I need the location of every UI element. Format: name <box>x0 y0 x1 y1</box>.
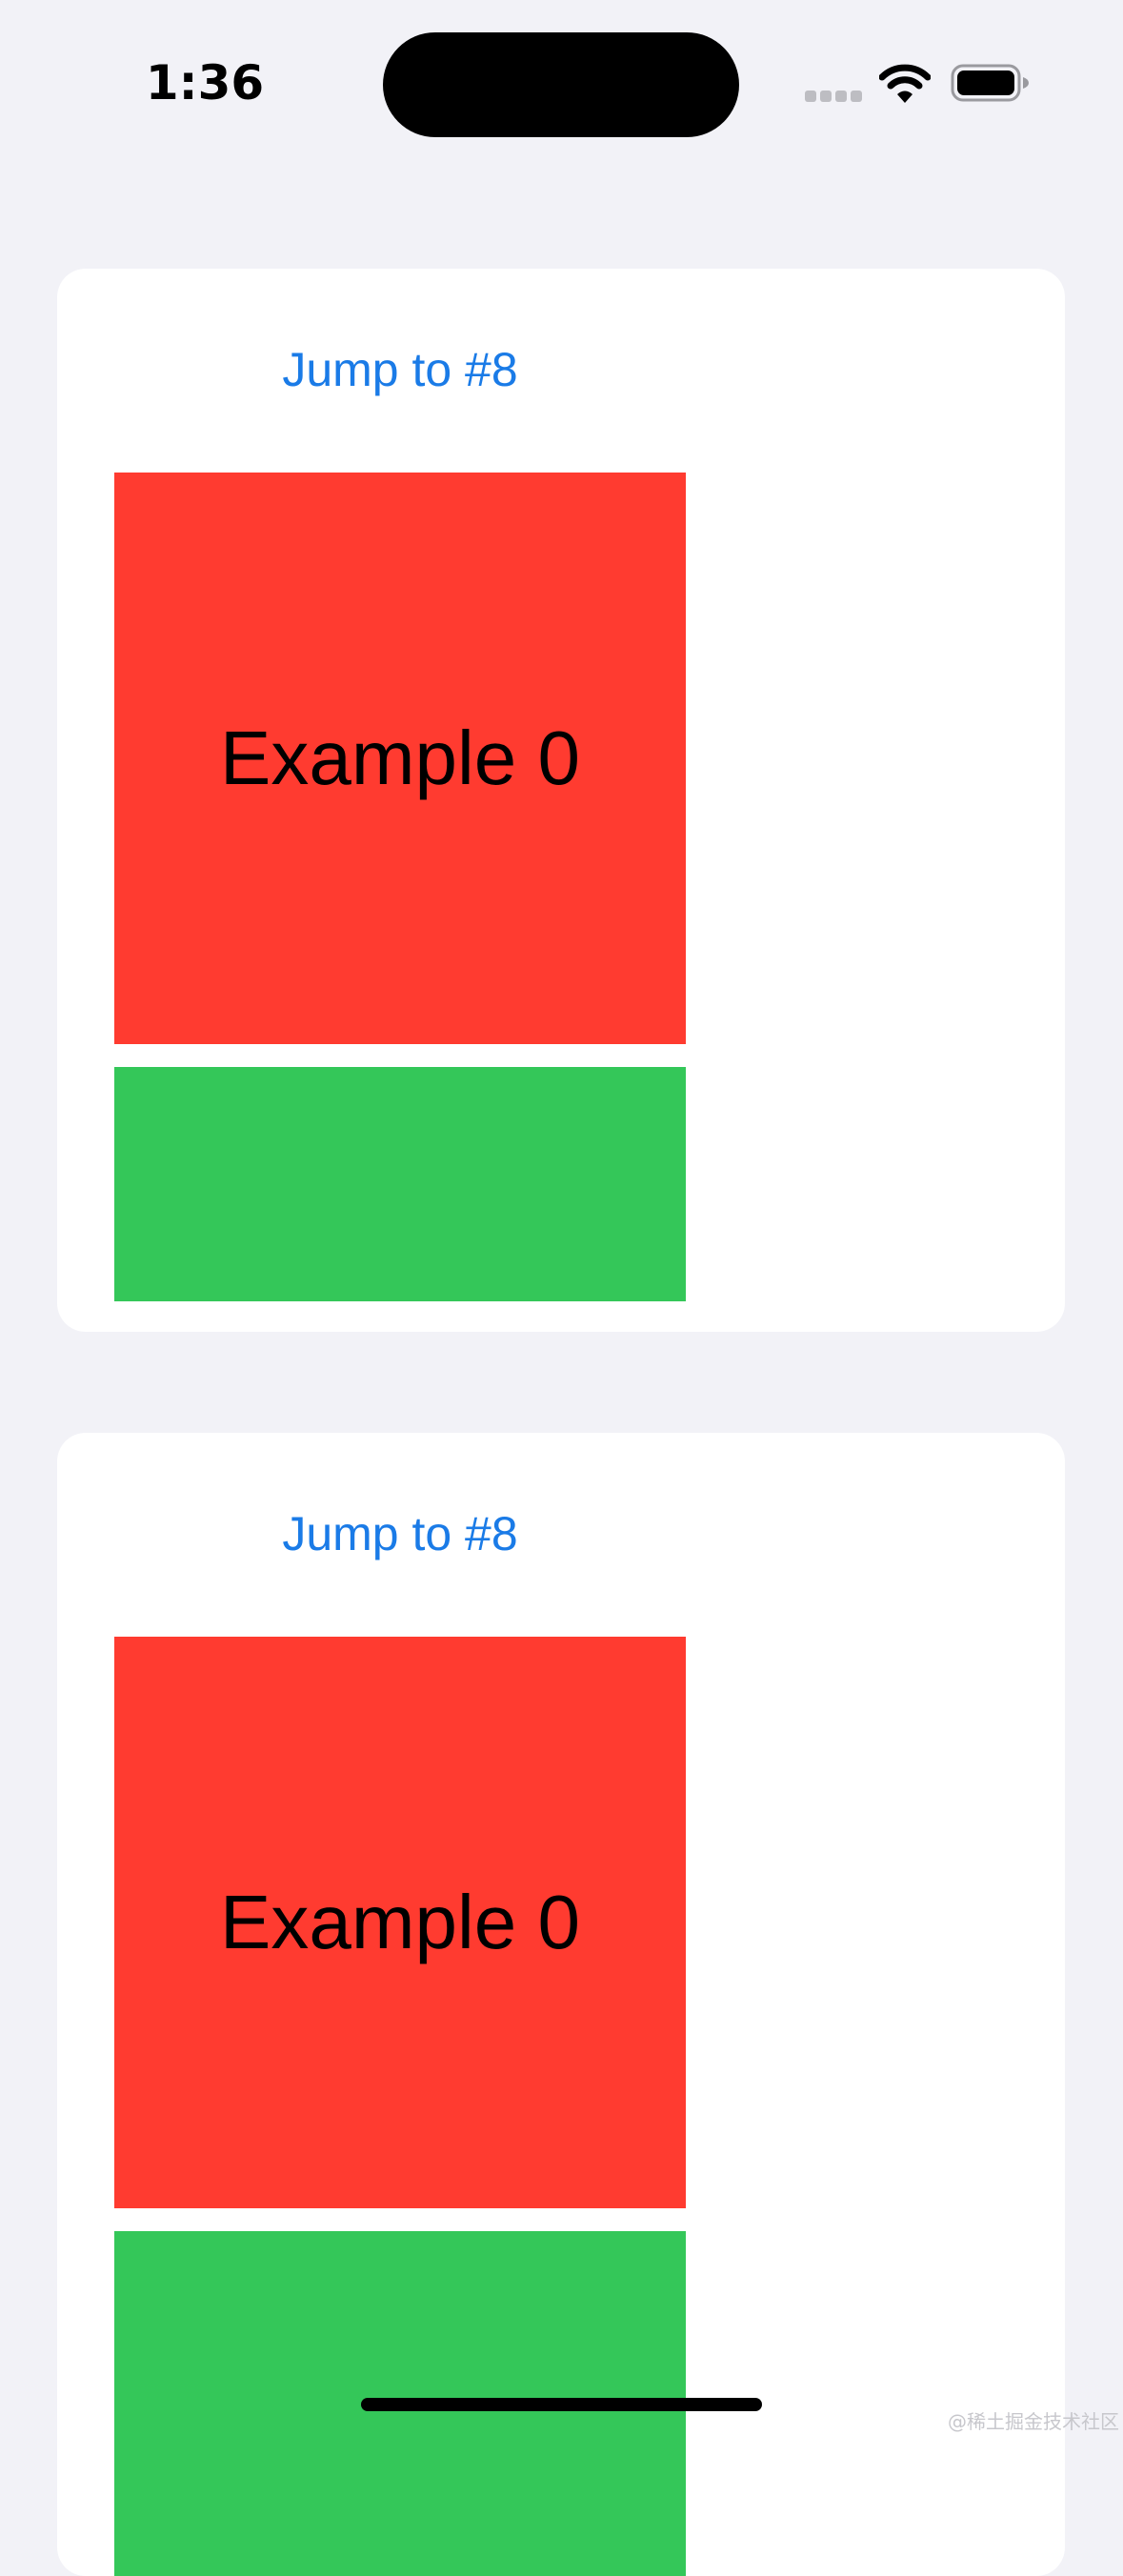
jump-to-8-button[interactable]: Jump to #8 <box>114 1503 686 1564</box>
wifi-icon <box>879 64 931 103</box>
card-1: Jump to #8 Example 0 <box>57 269 1065 1332</box>
cellular-signal-icon <box>805 91 862 102</box>
example-label: Example 0 <box>220 1880 580 1964</box>
example-red-box: Example 0 <box>114 1637 686 2208</box>
example-label: Example 0 <box>220 715 580 800</box>
battery-icon <box>951 64 1029 102</box>
watermark: @稀土掘金技术社区 <box>948 2410 1119 2433</box>
status-bar: 1:36 <box>0 0 1123 143</box>
example-green-box <box>114 1067 686 1301</box>
jump-to-8-button[interactable]: Jump to #8 <box>114 339 686 400</box>
home-indicator[interactable] <box>361 2398 762 2411</box>
example-red-box: Example 0 <box>114 473 686 1044</box>
dynamic-island <box>383 32 739 137</box>
status-time: 1:36 <box>145 55 265 111</box>
